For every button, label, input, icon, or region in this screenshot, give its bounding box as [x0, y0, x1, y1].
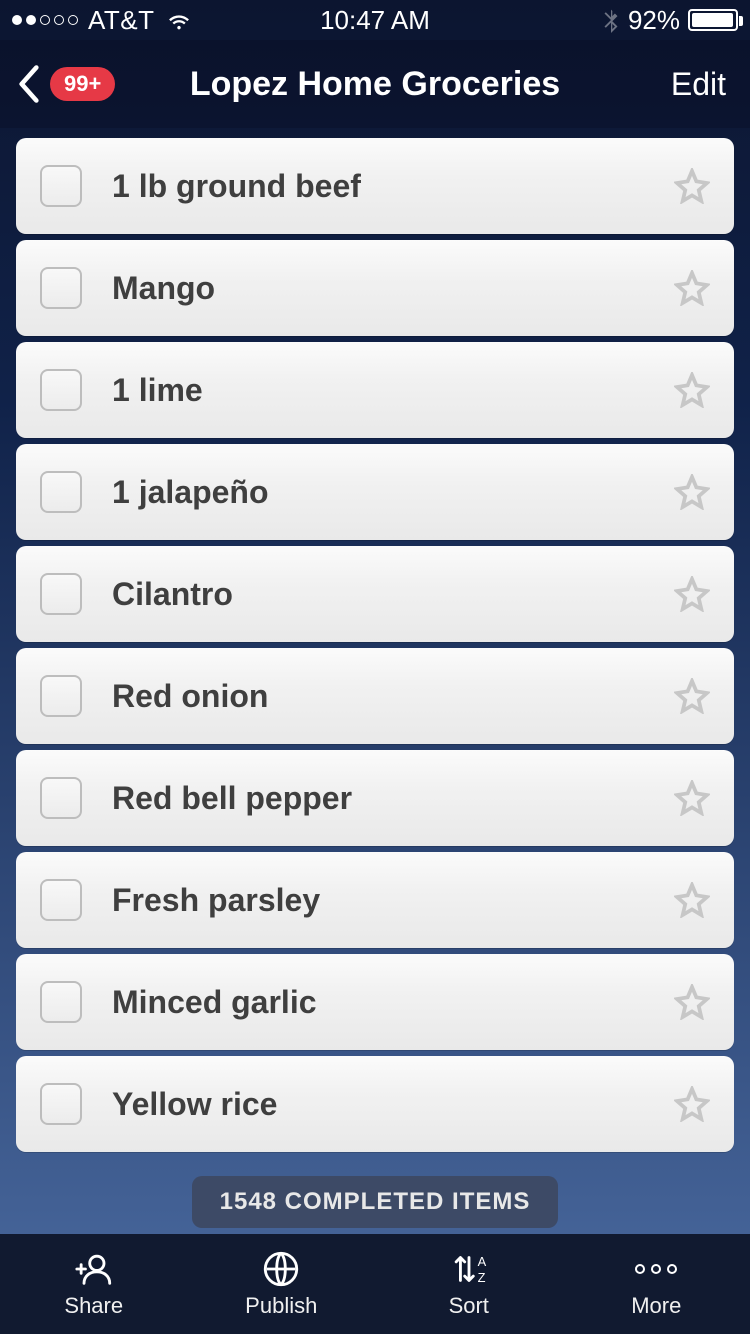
tab-publish[interactable]: Publish	[188, 1249, 376, 1319]
star-icon[interactable]	[674, 168, 710, 204]
back-button[interactable]: 99+	[0, 65, 115, 103]
star-icon[interactable]	[674, 1086, 710, 1122]
checkbox[interactable]	[40, 675, 82, 717]
item-label: 1 lb ground beef	[112, 168, 674, 205]
list-item[interactable]: Mango	[16, 240, 734, 336]
nav-bar: 99+ Lopez Home Groceries Edit	[0, 40, 750, 128]
grocery-list[interactable]: 1 lb ground beef Mango 1 lime 1 jalapeño…	[0, 128, 750, 1164]
checkbox[interactable]	[40, 369, 82, 411]
status-bar: AT&T 10:47 AM 92%	[0, 0, 750, 40]
edit-button[interactable]: Edit	[671, 66, 750, 103]
item-label: Mango	[112, 270, 674, 307]
chevron-left-icon	[18, 65, 40, 103]
checkbox[interactable]	[40, 879, 82, 921]
item-label: Red onion	[112, 678, 674, 715]
tab-bar: Share Publish AZ Sort More	[0, 1234, 750, 1334]
list-item[interactable]: Red onion	[16, 648, 734, 744]
globe-icon	[261, 1249, 301, 1289]
page-title: Lopez Home Groceries	[190, 65, 560, 104]
tab-more[interactable]: More	[563, 1249, 750, 1319]
star-icon[interactable]	[674, 372, 710, 408]
star-icon[interactable]	[674, 984, 710, 1020]
list-item[interactable]: 1 jalapeño	[16, 444, 734, 540]
item-label: Cilantro	[112, 576, 674, 613]
list-item[interactable]: Yellow rice	[16, 1056, 734, 1152]
checkbox[interactable]	[40, 165, 82, 207]
list-item[interactable]: Minced garlic	[16, 954, 734, 1050]
list-item[interactable]: 1 lime	[16, 342, 734, 438]
signal-dots-icon	[12, 15, 78, 25]
checkbox[interactable]	[40, 573, 82, 615]
star-icon[interactable]	[674, 576, 710, 612]
bluetooth-icon	[602, 7, 620, 33]
star-icon[interactable]	[674, 270, 710, 306]
item-label: 1 jalapeño	[112, 474, 674, 511]
checkbox[interactable]	[40, 777, 82, 819]
tab-label: Publish	[245, 1293, 317, 1319]
more-icon	[635, 1249, 677, 1289]
battery-percent: 92%	[628, 5, 680, 36]
item-label: 1 lime	[112, 372, 674, 409]
list-item[interactable]: 1 lb ground beef	[16, 138, 734, 234]
svg-text:Z: Z	[477, 1270, 485, 1285]
share-icon	[74, 1249, 114, 1289]
svg-text:A: A	[477, 1254, 486, 1269]
clock: 10:47 AM	[320, 5, 430, 36]
list-item[interactable]: Red bell pepper	[16, 750, 734, 846]
item-label: Red bell pepper	[112, 780, 674, 817]
item-label: Yellow rice	[112, 1086, 674, 1123]
item-label: Minced garlic	[112, 984, 674, 1021]
star-icon[interactable]	[674, 474, 710, 510]
completed-pill[interactable]: 1548 COMPLETED ITEMS	[192, 1176, 559, 1228]
completed-section: 1548 COMPLETED ITEMS	[0, 1164, 750, 1234]
tab-label: Sort	[449, 1293, 489, 1319]
tab-sort[interactable]: AZ Sort	[375, 1249, 563, 1319]
list-item[interactable]: Cilantro	[16, 546, 734, 642]
item-label: Fresh parsley	[112, 882, 674, 919]
status-left: AT&T	[12, 5, 193, 36]
list-item[interactable]: Fresh parsley	[16, 852, 734, 948]
tab-label: More	[631, 1293, 681, 1319]
tab-share[interactable]: Share	[0, 1249, 188, 1319]
checkbox[interactable]	[40, 471, 82, 513]
checkbox[interactable]	[40, 981, 82, 1023]
star-icon[interactable]	[674, 678, 710, 714]
checkbox[interactable]	[40, 267, 82, 309]
status-right: 92%	[602, 5, 738, 36]
sort-icon: AZ	[449, 1249, 489, 1289]
notification-badge: 99+	[50, 67, 115, 101]
star-icon[interactable]	[674, 780, 710, 816]
checkbox[interactable]	[40, 1083, 82, 1125]
wifi-icon	[165, 6, 193, 34]
carrier-label: AT&T	[88, 5, 155, 36]
tab-label: Share	[64, 1293, 123, 1319]
star-icon[interactable]	[674, 882, 710, 918]
battery-icon	[688, 9, 738, 31]
